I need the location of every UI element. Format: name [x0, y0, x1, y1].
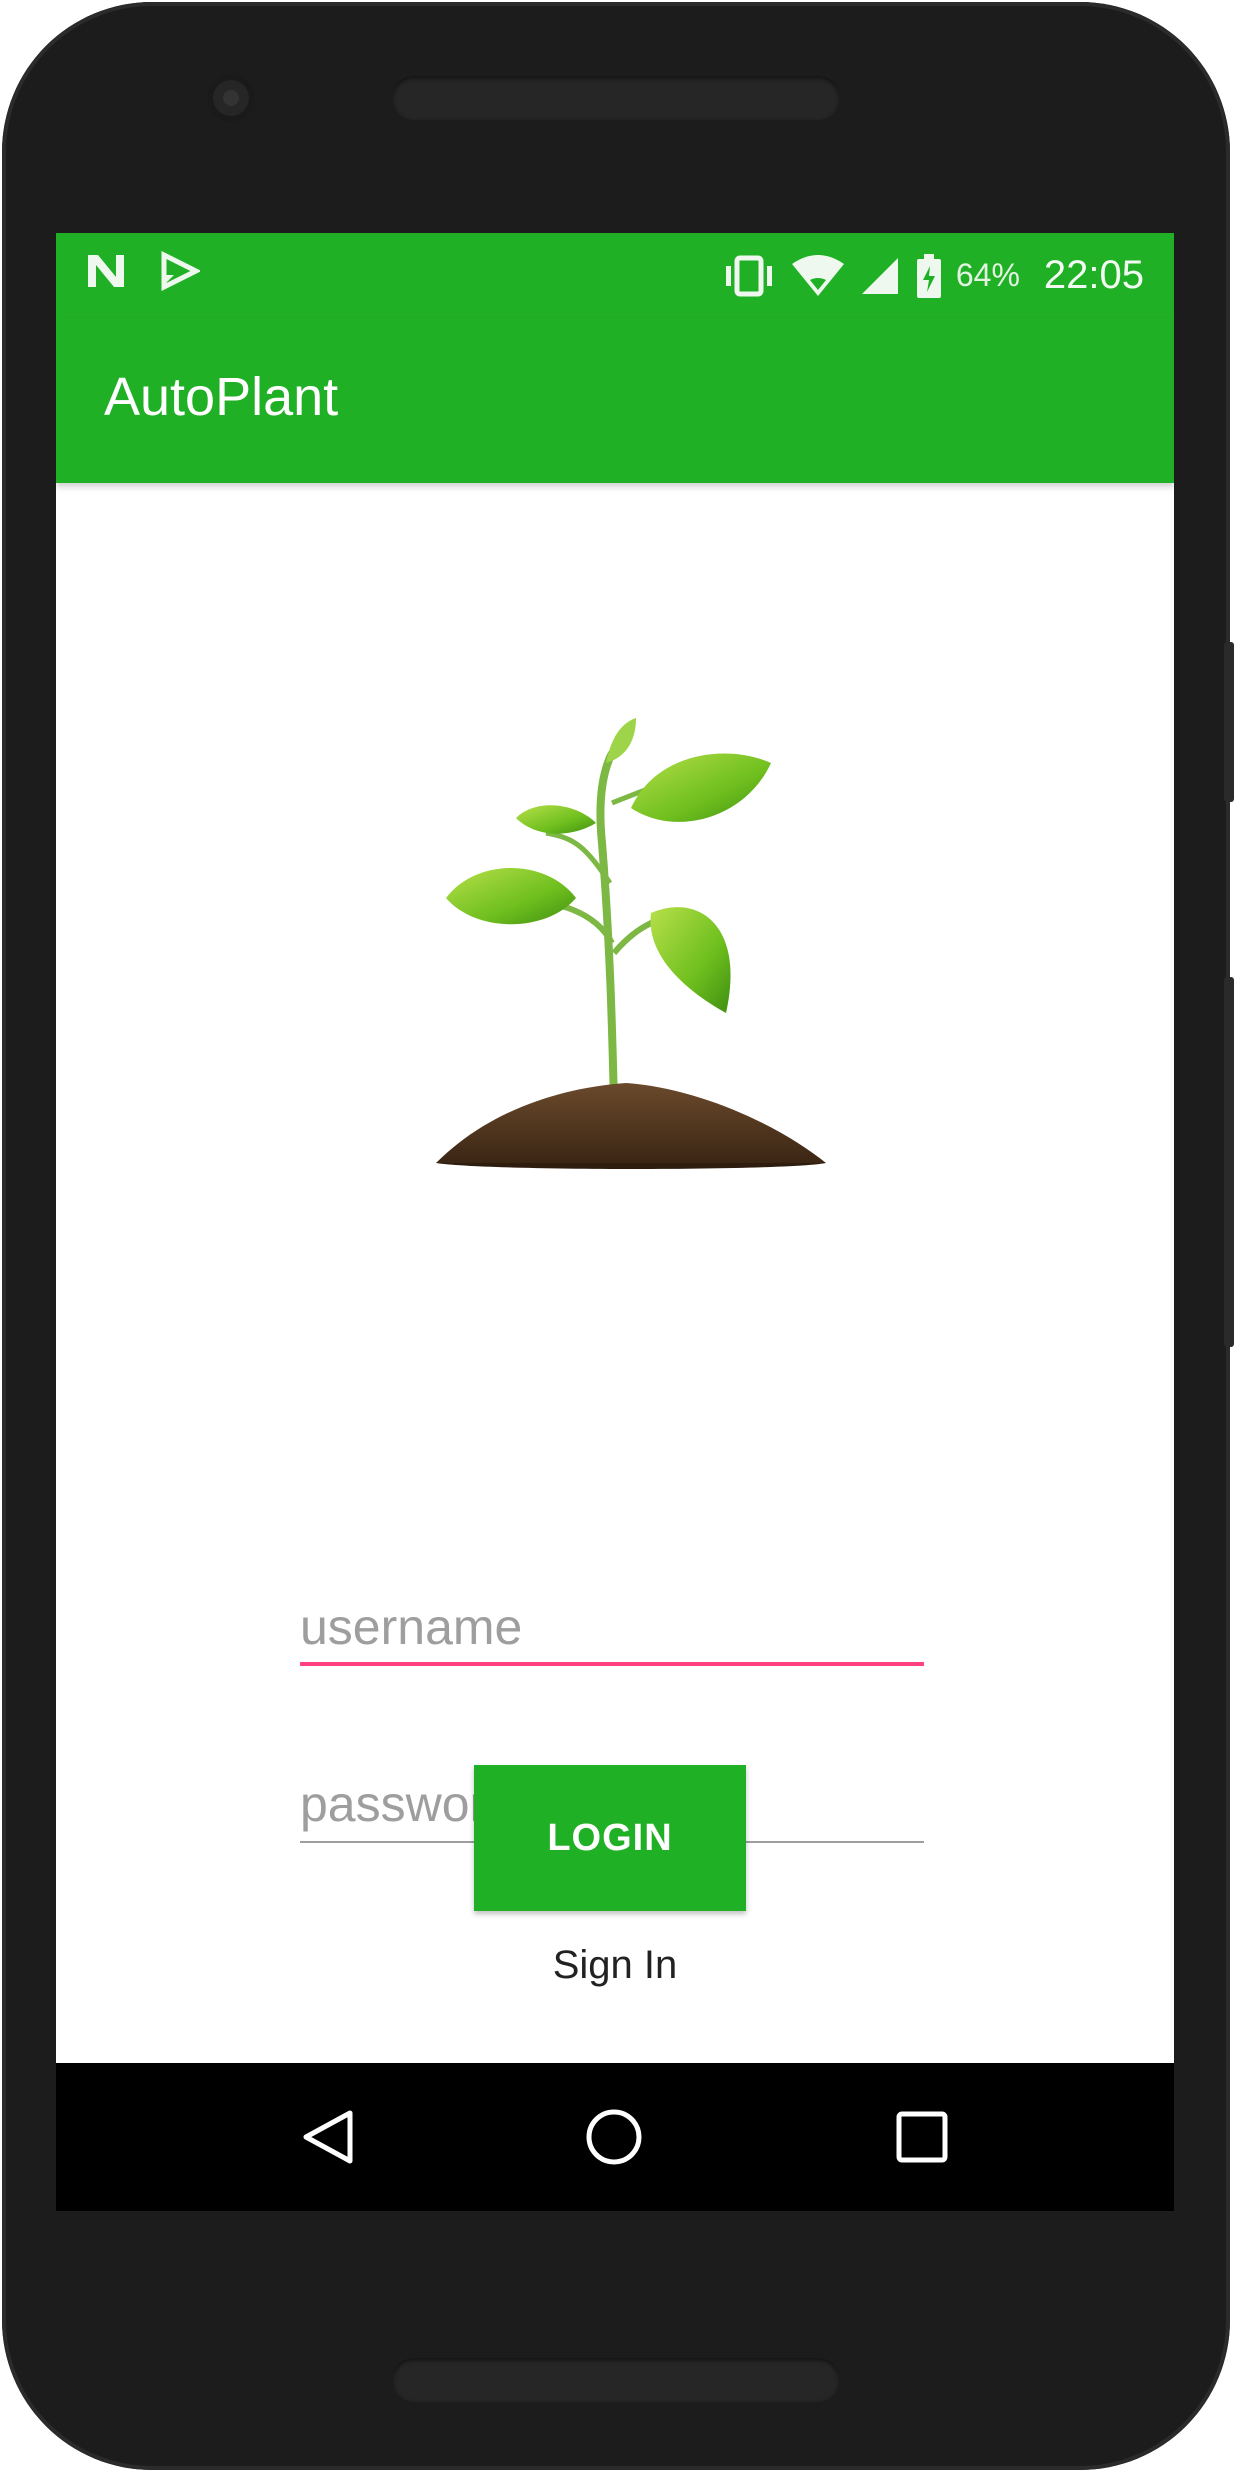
login-button[interactable]: LOGIN [474, 1765, 746, 1911]
login-content: username password LOGIN Sign In [56, 483, 1174, 2063]
screen: 64% 22:05 AutoPlant username password LO… [56, 233, 1174, 2211]
n-notification-icon [88, 255, 124, 287]
volume-button [1224, 977, 1234, 1347]
notification-icons [86, 251, 200, 291]
username-field[interactable]: username [300, 1576, 924, 1666]
app-title: AutoPlant [104, 367, 339, 427]
play-notification-icon [161, 251, 200, 291]
app-bar: AutoPlant [56, 318, 1174, 483]
phone-frame: 64% 22:05 AutoPlant username password LO… [2, 2, 1234, 2470]
plant-sprout-image [436, 718, 826, 1169]
username-underline [300, 1662, 924, 1666]
sign-in-label: Sign In [552, 1943, 678, 1987]
top-speaker [392, 76, 840, 120]
recents-icon[interactable] [892, 2107, 952, 2167]
username-placeholder: username [300, 1599, 523, 1655]
cell-signal-icon [861, 257, 898, 294]
wifi-icon [791, 254, 844, 296]
system-icons: 64% 22:05 [720, 233, 1144, 318]
status-bar: 64% 22:05 [56, 233, 1174, 318]
battery-icon [916, 253, 941, 298]
home-icon[interactable] [584, 2107, 644, 2167]
power-button [1224, 642, 1234, 802]
clock: 22:05 [1043, 253, 1144, 297]
navigation-bar [56, 2063, 1174, 2211]
back-icon[interactable] [298, 2107, 358, 2167]
front-camera [207, 74, 255, 122]
vibrate-icon [725, 255, 772, 296]
battery-percent: 64% [955, 257, 1020, 293]
bottom-speaker [392, 2358, 840, 2402]
